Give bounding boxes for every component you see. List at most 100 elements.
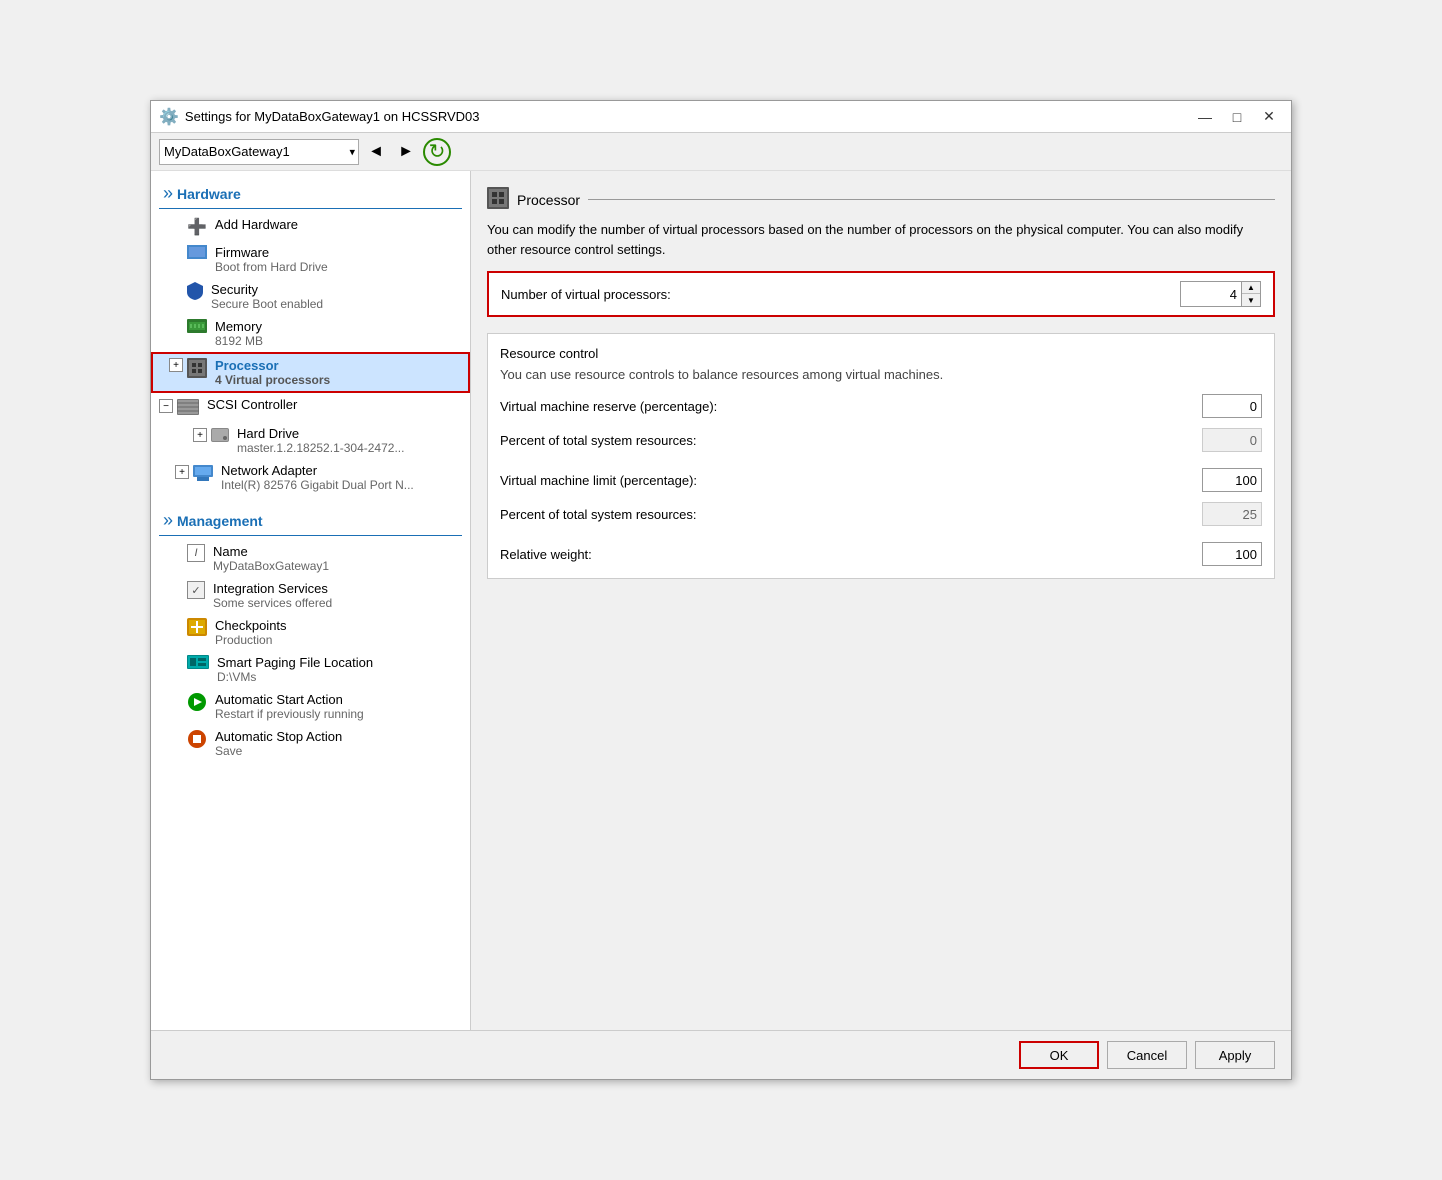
vm-select[interactable]: MyDataBoxGateway1 bbox=[159, 139, 359, 165]
sidebar-item-hard-drive[interactable]: + Hard Drive master.1.2.18252.1-304-2472… bbox=[151, 422, 470, 459]
maximize-button[interactable]: □ bbox=[1223, 107, 1251, 127]
processor-sub: 4 Virtual processors bbox=[215, 373, 330, 387]
network-text: Network Adapter Intel(R) 82576 Gigabit D… bbox=[221, 463, 414, 492]
vm-reserve-input[interactable] bbox=[1202, 394, 1262, 418]
refresh-button[interactable]: ↻ bbox=[423, 138, 451, 166]
sidebar-item-add-hardware[interactable]: ➕ Add Hardware bbox=[151, 213, 470, 241]
firmware-sub: Boot from Hard Drive bbox=[215, 260, 328, 274]
sidebar-item-firmware[interactable]: Firmware Boot from Hard Drive bbox=[151, 241, 470, 278]
pct-system-1-input bbox=[1202, 428, 1262, 452]
forward-button[interactable]: ► bbox=[393, 139, 419, 165]
vp-row: Number of virtual processors: ▲ ▼ bbox=[487, 271, 1275, 317]
vp-spinners: ▲ ▼ bbox=[1241, 282, 1260, 306]
resource-row-pct-2: Percent of total system resources: bbox=[500, 502, 1262, 526]
minimize-button[interactable]: ― bbox=[1191, 107, 1219, 127]
close-button[interactable]: ✕ bbox=[1255, 107, 1283, 127]
management-divider bbox=[159, 535, 462, 536]
hdd-label: Hard Drive bbox=[237, 426, 404, 441]
sidebar-item-network[interactable]: + Network Adapter Intel(R) 82576 Gigabit… bbox=[151, 459, 470, 496]
main-area: » Hardware ➕ Add Hardware Firmware Boot … bbox=[151, 171, 1291, 1030]
name-text: Name MyDataBoxGateway1 bbox=[213, 544, 329, 573]
scsi-expand-icon[interactable]: − bbox=[159, 399, 173, 413]
apply-button[interactable]: Apply bbox=[1195, 1041, 1275, 1069]
hdd-sub: master.1.2.18252.1-304-2472... bbox=[237, 441, 404, 455]
resource-row-pct-1: Percent of total system resources: bbox=[500, 428, 1262, 452]
integration-text: Integration Services Some services offer… bbox=[213, 581, 332, 610]
memory-text: Memory 8192 MB bbox=[215, 319, 263, 348]
sidebar-item-integration[interactable]: ✓ Integration Services Some services off… bbox=[151, 577, 470, 614]
autostart-icon bbox=[187, 692, 207, 715]
cancel-button[interactable]: Cancel bbox=[1107, 1041, 1187, 1069]
network-icon bbox=[193, 465, 213, 484]
autostop-label: Automatic Stop Action bbox=[215, 729, 342, 744]
pct-system-1-label: Percent of total system resources: bbox=[500, 433, 1202, 448]
name-sub: MyDataBoxGateway1 bbox=[213, 559, 329, 573]
memory-icon bbox=[187, 319, 207, 336]
vm-limit-input[interactable] bbox=[1202, 468, 1262, 492]
resource-title: Resource control bbox=[500, 346, 1262, 361]
smartpaging-text: Smart Paging File Location D:\VMs bbox=[217, 655, 373, 684]
integration-label: Integration Services bbox=[213, 581, 332, 596]
section-line bbox=[588, 199, 1275, 200]
sidebar-item-smartpaging[interactable]: Smart Paging File Location D:\VMs bbox=[151, 651, 470, 688]
vm-select-wrapper: MyDataBoxGateway1 bbox=[159, 139, 359, 165]
hardware-section-title: Hardware bbox=[177, 186, 241, 202]
hdd-icon bbox=[211, 428, 229, 445]
scsi-text: SCSI Controller bbox=[207, 397, 297, 412]
processor-label: Processor bbox=[215, 358, 330, 373]
vp-spin-up[interactable]: ▲ bbox=[1242, 282, 1260, 294]
management-section-title: Management bbox=[177, 513, 263, 529]
vp-input[interactable] bbox=[1181, 282, 1241, 306]
autostop-sub: Save bbox=[215, 744, 342, 758]
smartpaging-icon bbox=[187, 655, 209, 672]
content-area: Processor You can modify the number of v… bbox=[471, 171, 1291, 1030]
integration-icon: ✓ bbox=[187, 581, 205, 599]
processor-section-header: Processor bbox=[487, 187, 1275, 212]
checkpoints-sub: Production bbox=[215, 633, 287, 647]
sidebar-item-checkpoints[interactable]: Checkpoints Production bbox=[151, 614, 470, 651]
vp-label: Number of virtual processors: bbox=[501, 287, 1180, 302]
sidebar-item-security[interactable]: Security Secure Boot enabled bbox=[151, 278, 470, 315]
smartpaging-label: Smart Paging File Location bbox=[217, 655, 373, 670]
pct-system-2-label: Percent of total system resources: bbox=[500, 507, 1202, 522]
sidebar-item-scsi[interactable]: − SCSI Controller bbox=[151, 393, 470, 422]
autostop-text: Automatic Stop Action Save bbox=[215, 729, 342, 758]
sidebar-item-name[interactable]: I Name MyDataBoxGateway1 bbox=[151, 540, 470, 577]
hdd-text: Hard Drive master.1.2.18252.1-304-2472..… bbox=[237, 426, 404, 455]
security-text: Security Secure Boot enabled bbox=[211, 282, 323, 311]
window-title: Settings for MyDataBoxGateway1 on HCSSRV… bbox=[185, 109, 1191, 124]
name-icon: I bbox=[187, 544, 205, 562]
memory-label: Memory bbox=[215, 319, 263, 334]
firmware-label: Firmware bbox=[215, 245, 328, 260]
sidebar-item-processor[interactable]: + Processor 4 Virtual processors bbox=[151, 352, 470, 393]
back-button[interactable]: ◄ bbox=[363, 139, 389, 165]
sidebar-item-memory[interactable]: Memory 8192 MB bbox=[151, 315, 470, 352]
management-section-header: » Management bbox=[151, 504, 470, 535]
relative-weight-input[interactable] bbox=[1202, 542, 1262, 566]
resource-row-weight: Relative weight: bbox=[500, 542, 1262, 566]
scsi-label: SCSI Controller bbox=[207, 397, 297, 412]
window-icon: ⚙️ bbox=[159, 107, 179, 127]
sidebar-item-autostop[interactable]: Automatic Stop Action Save bbox=[151, 725, 470, 762]
add-hardware-text: Add Hardware bbox=[215, 217, 298, 232]
sidebar-item-autostart[interactable]: Automatic Start Action Restart if previo… bbox=[151, 688, 470, 725]
ok-button[interactable]: OK bbox=[1019, 1041, 1099, 1069]
add-hardware-icon: ➕ bbox=[187, 217, 207, 237]
pct-system-2-input bbox=[1202, 502, 1262, 526]
checkpoints-label: Checkpoints bbox=[215, 618, 287, 633]
processor-expand-icon[interactable]: + bbox=[169, 358, 183, 372]
security-label: Security bbox=[211, 282, 323, 297]
integration-sub: Some services offered bbox=[213, 596, 332, 610]
hardware-section-icon: » bbox=[163, 183, 173, 204]
vp-input-wrapper: ▲ ▼ bbox=[1180, 281, 1261, 307]
vm-limit-label: Virtual machine limit (percentage): bbox=[500, 473, 1202, 488]
security-sub: Secure Boot enabled bbox=[211, 297, 323, 311]
autostop-icon bbox=[187, 729, 207, 752]
network-expand-icon[interactable]: + bbox=[175, 465, 189, 479]
firmware-icon bbox=[187, 245, 207, 262]
resource-control-box: Resource control You can use resource co… bbox=[487, 333, 1275, 579]
hdd-expand-icon[interactable]: + bbox=[193, 428, 207, 442]
vp-spin-down[interactable]: ▼ bbox=[1242, 294, 1260, 306]
hardware-divider bbox=[159, 208, 462, 209]
autostart-text: Automatic Start Action Restart if previo… bbox=[215, 692, 364, 721]
